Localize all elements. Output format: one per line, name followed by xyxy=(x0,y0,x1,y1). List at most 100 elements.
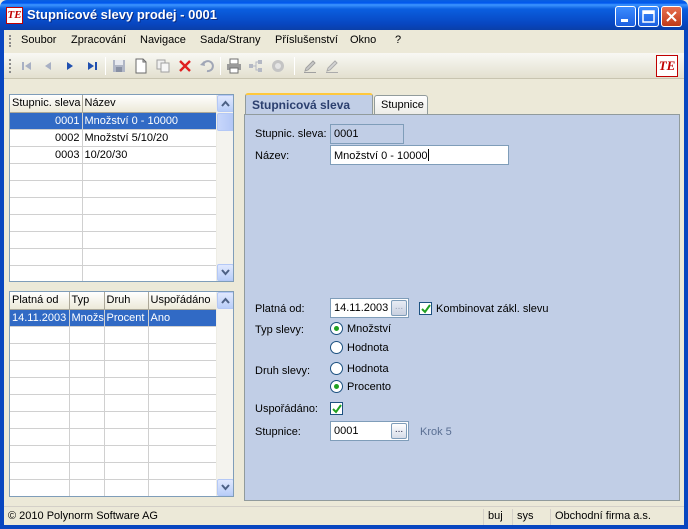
first-record-icon[interactable] xyxy=(19,58,35,74)
edit-alt-icon[interactable] xyxy=(324,58,340,74)
druh-hodnota-radio[interactable] xyxy=(330,362,343,375)
menu-soubor[interactable]: Soubor xyxy=(21,34,56,46)
platna-od-label: Platná od: xyxy=(255,303,305,315)
detail-panel: Stupnic. sleva: 0001 Název: Množství 0 -… xyxy=(244,114,680,501)
save-icon[interactable] xyxy=(111,58,127,74)
menu-navigace[interactable]: Navigace xyxy=(140,34,186,46)
date-picker-button[interactable]: ... xyxy=(391,300,407,316)
platna-od-field[interactable]: 14.11.2003 ... xyxy=(330,298,409,318)
minimize-button[interactable] xyxy=(615,6,636,27)
empty-row xyxy=(10,343,218,361)
usporadano-label: Uspořádáno: xyxy=(255,403,318,415)
stupnic-sleva-label: Stupnic. sleva: xyxy=(255,128,327,140)
vertical-scrollbar[interactable] xyxy=(216,95,233,281)
cell-typ: Množs xyxy=(69,309,105,327)
empty-row xyxy=(10,214,218,232)
status-company: Obchodní firma a.s. xyxy=(550,509,655,525)
next-record-icon[interactable] xyxy=(62,58,78,74)
stupnice-lookup-button[interactable]: ... xyxy=(391,423,407,439)
window-title: Stupnicové slevy prodej - 0001 xyxy=(27,7,218,22)
edit-icon[interactable] xyxy=(302,58,318,74)
table-row[interactable]: 14.11.2003 Množs Procent Ano xyxy=(10,309,218,327)
delete-icon[interactable] xyxy=(177,58,193,74)
column-header-druh[interactable]: Druh xyxy=(104,292,149,310)
prev-record-icon[interactable] xyxy=(40,58,56,74)
window-frame-left xyxy=(0,30,4,529)
table-row[interactable]: 0003 10/20/30 xyxy=(10,146,218,164)
scroll-down-button[interactable] xyxy=(217,264,233,281)
typ-mnozstvi-radio[interactable] xyxy=(330,322,343,335)
table-row[interactable]: 0002 Množství 5/10/20 xyxy=(10,129,218,147)
maximize-button[interactable] xyxy=(638,6,659,27)
app-logo-icon[interactable]: TE xyxy=(6,7,23,24)
disabled-icon[interactable] xyxy=(270,58,286,74)
brand-logo: TE xyxy=(656,55,678,77)
menu-prislusenstvi[interactable]: Příslušenství xyxy=(275,34,338,46)
druh-procento-radio[interactable] xyxy=(330,380,343,393)
column-header-usporadano[interactable]: Uspořádáno xyxy=(148,292,218,310)
menu-zpracovani[interactable]: Zpracování xyxy=(71,34,126,46)
empty-row xyxy=(10,197,218,215)
kombinovat-checkbox[interactable] xyxy=(419,302,432,315)
text-cursor xyxy=(427,149,429,161)
typ-hodnota-label: Hodnota xyxy=(347,342,389,354)
menu-grip[interactable] xyxy=(9,35,11,47)
druh-hodnota-label: Hodnota xyxy=(347,363,389,375)
menu-sada-strany[interactable]: Sada/Strany xyxy=(200,34,261,46)
nazev-field[interactable]: Množství 0 - 10000 xyxy=(330,145,509,165)
toolbar-separator xyxy=(294,57,295,75)
stupnic-sleva-field[interactable]: 0001 xyxy=(330,124,404,144)
copy-icon[interactable] xyxy=(155,58,171,74)
krok-text: Krok 5 xyxy=(420,426,452,438)
print-icon[interactable] xyxy=(226,58,242,74)
column-header-name[interactable]: Název xyxy=(82,95,218,113)
vertical-scrollbar[interactable] xyxy=(216,292,233,496)
stupnice-field[interactable]: 0001 ... xyxy=(330,421,409,441)
empty-row xyxy=(10,377,218,395)
empty-row xyxy=(10,428,218,446)
validity-grid[interactable]: Platná od Typ Druh Uspořádáno 14.11.2003… xyxy=(9,291,234,497)
tab-stupnicova-sleva[interactable]: Stupnicová sleva xyxy=(245,93,373,115)
status-user: buj xyxy=(483,509,507,525)
scroll-thumb[interactable] xyxy=(217,113,233,131)
tab-stupnice[interactable]: Stupnice xyxy=(374,95,428,115)
toolbar-separator xyxy=(220,57,221,75)
nazev-label: Název: xyxy=(255,150,290,162)
window-frame-right xyxy=(684,30,688,529)
empty-row xyxy=(10,479,218,496)
table-row[interactable]: 0001 Množství 0 - 10000 xyxy=(10,112,218,130)
scroll-up-button[interactable] xyxy=(217,95,233,112)
title-bar[interactable]: TE Stupnicové slevy prodej - 0001 xyxy=(0,0,688,30)
scroll-up-button[interactable] xyxy=(217,292,233,309)
column-header-typ[interactable]: Typ xyxy=(69,292,105,310)
close-window-button[interactable] xyxy=(661,6,682,27)
discount-list-grid[interactable]: Stupnic. sleva Název 0001 Množství 0 - 1… xyxy=(9,94,234,282)
typ-hodnota-radio[interactable] xyxy=(330,341,343,354)
column-header-code[interactable]: Stupnic. sleva xyxy=(10,95,83,113)
typ-mnozstvi-label: Množství xyxy=(347,323,392,335)
undo-icon[interactable] xyxy=(199,58,215,74)
toolbar-grip[interactable] xyxy=(9,59,11,73)
cell-name: 10/20/30 xyxy=(82,146,218,164)
usporadano-checkbox[interactable] xyxy=(330,402,343,415)
menu-bar: Soubor Zpracování Navigace Sada/Strany P… xyxy=(4,30,684,52)
menu-okno[interactable]: Okno xyxy=(350,34,376,46)
stupnice-value: 0001 xyxy=(334,425,359,437)
column-header-platna-od[interactable]: Platná od xyxy=(10,292,70,310)
cell-usporadano: Ano xyxy=(148,309,218,327)
chevron-up-icon xyxy=(221,297,230,304)
chevron-up-icon xyxy=(221,100,230,107)
new-icon[interactable] xyxy=(133,58,149,74)
cell-code: 0002 xyxy=(10,129,83,147)
empty-row xyxy=(10,231,218,249)
tree-icon[interactable] xyxy=(248,58,264,74)
empty-row xyxy=(10,394,218,412)
last-record-icon[interactable] xyxy=(84,58,100,74)
empty-row xyxy=(10,163,218,181)
status-system: sys xyxy=(512,509,538,525)
cell-name: Množství 0 - 10000 xyxy=(82,112,218,130)
menu-help[interactable]: ? xyxy=(395,34,401,46)
scroll-down-button[interactable] xyxy=(217,479,233,496)
empty-row xyxy=(10,462,218,480)
kombinovat-label: Kombinovat zákl. slevu xyxy=(436,303,549,315)
